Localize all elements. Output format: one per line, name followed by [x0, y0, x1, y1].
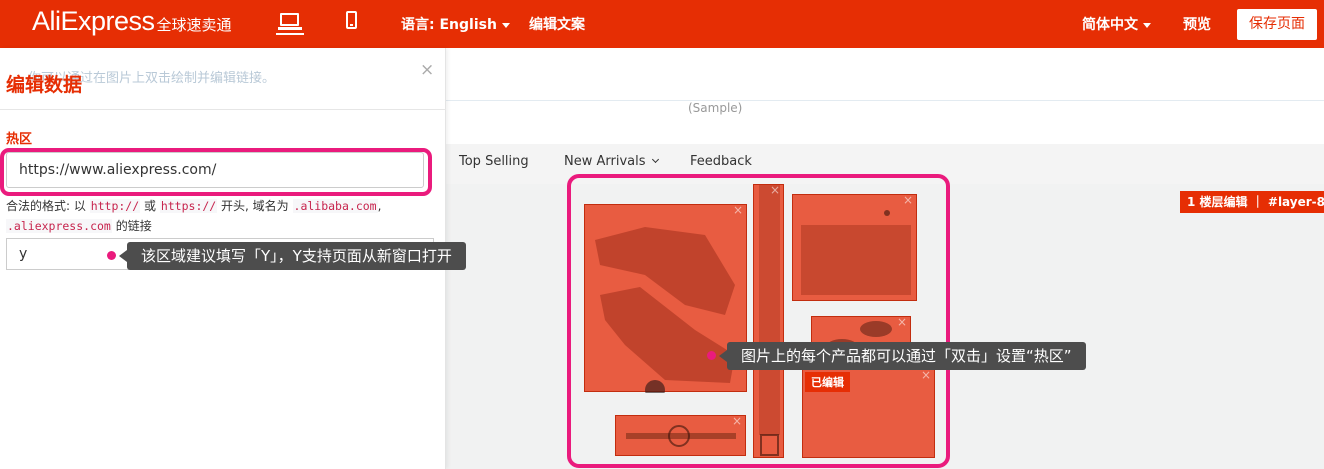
page-preview: (Sample) Top Selling New Arrivals Feedba…: [446, 48, 1324, 469]
pointer-dot: [107, 251, 116, 260]
nav-new-arrivals-label: New Arrivals: [564, 154, 646, 169]
nav-top-selling[interactable]: Top Selling: [459, 154, 529, 169]
hotspot-label: 热区: [6, 132, 33, 147]
ui-language-label: 简体中文: [1082, 17, 1138, 33]
url-highlight-frame: [0, 148, 432, 196]
rule-code: http://: [89, 199, 141, 213]
pointer-dot: [707, 351, 716, 360]
language-dropdown[interactable]: 语言: English: [401, 14, 510, 34]
rule-text: 的链接: [115, 219, 152, 233]
chevron-down-icon: [651, 155, 659, 164]
products-tooltip: 图片上的每个产品都可以通过「双击」设置“热区”: [719, 342, 1086, 370]
aliexpress-logo[interactable]: AliExpress 全球速卖通: [32, 6, 232, 37]
rule-text: 开头, 域名为: [221, 199, 289, 213]
rule-text: 或: [143, 199, 156, 213]
laptop-icon[interactable]: [276, 13, 304, 35]
sample-label: (Sample): [688, 101, 743, 115]
url-format-rule: 合法的格式: 以 http:// 或 https:// 开头, 域名为 .ali…: [6, 196, 446, 236]
logo-text: AliExpress: [32, 6, 155, 36]
preview-link[interactable]: 预览: [1183, 14, 1211, 34]
ui-language-dropdown[interactable]: 简体中文: [1082, 14, 1151, 34]
close-icon[interactable]: ×: [420, 60, 434, 80]
edit-copy-link[interactable]: 编辑文案: [529, 14, 585, 34]
layer-edit-tag[interactable]: 1 楼层编辑 ｜ #layer-8969: [1180, 191, 1324, 213]
products-highlight-frame: [567, 174, 950, 468]
rule-code: .alibaba.com: [292, 199, 378, 213]
chevron-down-icon: [501, 22, 510, 28]
target-tooltip: 该区域建议填写「Y」，Y支持页面从新窗口打开: [119, 242, 466, 270]
save-page-button[interactable]: 保存页面: [1237, 9, 1317, 40]
language-label: 语言: English: [401, 17, 497, 33]
rule-code: .aliexpress.com: [6, 219, 112, 233]
rule-text: 合法的格式: 以: [6, 199, 86, 213]
logo-subtitle: 全球速卖通: [156, 16, 232, 34]
panel-title: 编辑数据: [6, 74, 83, 96]
nav-new-arrivals[interactable]: New Arrivals: [564, 154, 659, 169]
rule-code: https://: [159, 199, 218, 213]
nav-feedback[interactable]: Feedback: [690, 154, 752, 169]
top-toolbar: AliExpress 全球速卖通 语言: English 编辑文案 简体中文 预…: [0, 0, 1324, 48]
mobile-icon[interactable]: [346, 11, 357, 29]
panel-header: 你可以通过在图片上双击绘制并编辑链接。 编辑数据 ×: [0, 48, 446, 110]
divider: [446, 100, 1324, 101]
rule-text: ,: [377, 199, 382, 213]
chevron-down-icon: [1143, 22, 1151, 28]
